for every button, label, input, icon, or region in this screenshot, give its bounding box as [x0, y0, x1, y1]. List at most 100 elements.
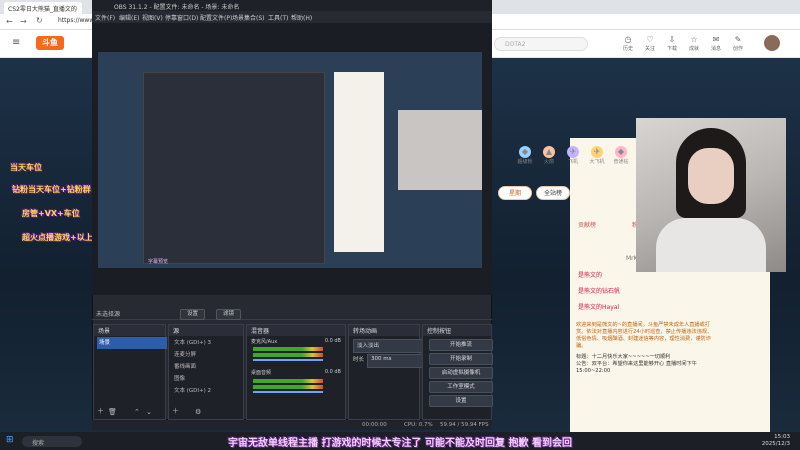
volume-slider[interactable]	[253, 359, 323, 361]
transitions-panel: 转场动画 淡入淡出 时长 300 ms	[348, 324, 423, 420]
source-item[interactable]: 文本 (GDI+) 2	[172, 385, 213, 397]
mixer-title: 混音器	[247, 325, 345, 336]
clock-time: 15:03	[774, 434, 790, 440]
subtitle-overlay: 宇宙无敌单线程主播 打游戏的时候太专注了 可能不能及时回复 抱歉 看到会回	[228, 438, 572, 449]
create-icon[interactable]: ✎ 创作	[728, 34, 748, 54]
start-streaming-button[interactable]: 开始推流	[429, 339, 493, 351]
avatar[interactable]	[764, 35, 780, 51]
promo-item: 超火点播游戏+以上	[22, 233, 93, 242]
volume-slider[interactable]	[253, 391, 323, 393]
menu-view[interactable]: 视图(V)	[142, 13, 163, 22]
tab-xingqi[interactable]: 星期	[498, 186, 532, 200]
gift-item[interactable]: ◆ 普通钻	[612, 146, 630, 168]
channel-name: 麦克风/Aux	[251, 339, 278, 345]
menu-scene-collection[interactable]: 场景集合(S)	[232, 13, 265, 22]
forward-icon[interactable]: →	[20, 17, 27, 26]
site-search-input[interactable]: DOTA2	[494, 37, 588, 51]
source-settings-button[interactable]: 设置	[180, 309, 206, 320]
clock: 15:03 2025/12/3	[740, 434, 790, 448]
url-text[interactable]: https://www.dou	[58, 17, 107, 27]
start-recording-button[interactable]: 开始录制	[429, 353, 493, 365]
tab-quanzhanbang[interactable]: 全站榜	[536, 186, 570, 200]
selected-source-label: 未选择源	[96, 311, 121, 318]
webcam-overlay	[636, 118, 786, 272]
notice-body: 欢迎来到是熊文的~的直播间。斗鱼严禁未成年人直播或打赏。依法对直播内容进行24小…	[576, 322, 713, 349]
site-logo[interactable]: 斗鱼	[36, 36, 64, 50]
fps: 59.94 / 59.94 FPS	[440, 422, 489, 428]
source-filters-button[interactable]: 滤镜	[216, 309, 242, 320]
move-down-icon[interactable]: ⌄	[146, 408, 152, 416]
sources-title: 源	[169, 325, 243, 336]
gift-item[interactable]: ◆ 超级粉	[516, 146, 534, 168]
move-up-icon[interactable]: ⌃	[134, 408, 140, 416]
channel-name: 桌面音频	[251, 370, 272, 376]
obs-status-bar: 00:00:00 CPU: 0.7% 59.94 / 59.94 FPS	[92, 420, 492, 430]
clock-date: 2025/12/3	[761, 441, 790, 447]
menu-profile[interactable]: 配置文件(P)	[200, 13, 232, 22]
back-icon[interactable]: ←	[6, 17, 13, 26]
create-label: 创作	[732, 46, 743, 52]
history-label: 历史	[622, 46, 633, 52]
obs-menubar: 文件(F) 编辑(E) 视图(V) 停靠窗口(D) 配置文件(P) 场景集合(S…	[92, 11, 492, 23]
promo-item: 钻粉当天车位+钻粉群	[12, 185, 91, 194]
tab-contribution[interactable]: 贡献榜	[578, 220, 596, 229]
menu-help[interactable]: 帮助(H)	[291, 13, 312, 22]
scenes-title: 场景	[94, 325, 165, 336]
message-icon[interactable]: ✉ 消息	[706, 34, 726, 54]
follow-icon[interactable]: ♡ 关注	[640, 34, 660, 54]
audio-mixer-panel: 混音器 麦克风/Aux 0.0 dB 桌面音频 0.0 dB	[246, 324, 346, 420]
gift-label: 大飞机	[589, 159, 605, 165]
menu-tools[interactable]: 工具(T)	[268, 13, 288, 22]
achievement-icon[interactable]: ☆ 成就	[684, 34, 704, 54]
studio-mode-button[interactable]: 工作室模式	[429, 381, 493, 393]
gift-item[interactable]: ✈ 飞机	[564, 146, 582, 168]
controls-title: 控制按钮	[423, 325, 491, 336]
notice-title: 标题：十二月快乐大家~~~~~一切顺利	[576, 354, 671, 360]
channel-db: 0.0 dB	[324, 369, 341, 375]
gift-item[interactable]: ▲ 火箭	[540, 146, 558, 168]
promo-item: 当天车位	[10, 163, 42, 172]
add-scene-icon[interactable]: ＋	[97, 406, 104, 416]
transitions-title: 转场动画	[349, 325, 419, 336]
gift-label: 普通钻	[613, 159, 629, 165]
scenes-panel: 场景 场景 ＋ 🗑 ⌃ ⌄	[93, 324, 167, 420]
chat-user-row: 是熊文的Hayal	[578, 304, 620, 311]
remove-scene-icon[interactable]: 🗑	[108, 408, 117, 416]
stream-time: 00:00:00	[362, 422, 387, 428]
volume-meter	[253, 385, 323, 389]
volume-meter	[253, 379, 323, 383]
duration-label: 时长	[353, 357, 365, 363]
source-settings-icon[interactable]: ⚙	[195, 408, 201, 416]
virtual-camera-button[interactable]: 启动虚拟摄像机	[429, 367, 493, 379]
menu-dock[interactable]: 停靠窗口(D)	[165, 13, 198, 22]
add-source-icon[interactable]: ＋	[172, 406, 179, 416]
menu-file[interactable]: 文件(F)	[95, 13, 115, 22]
volume-meter	[253, 353, 323, 357]
achievement-label: 成就	[688, 46, 699, 52]
obs-source-toolbar: 未选择源 设置 滤镜	[92, 308, 492, 320]
gift-item[interactable]: ✈ 大飞机	[588, 146, 606, 168]
windows-start-icon[interactable]: ⊞	[6, 435, 14, 445]
history-icon[interactable]: ◷ 历史	[618, 34, 638, 54]
reload-icon[interactable]: ↻	[36, 16, 43, 25]
menu-edit[interactable]: 编辑(E)	[119, 13, 139, 22]
chat-notice: 欢迎来到是熊文的~的直播间。斗鱼严禁未成年人直播或打赏。依法对直播内容进行24小…	[576, 322, 716, 422]
scene-item[interactable]: 场景	[97, 337, 167, 349]
source-item[interactable]: 文本 (GDI+) 3	[172, 337, 213, 349]
duration-input[interactable]: 300 ms	[367, 354, 423, 368]
menu-icon[interactable]: ≡	[12, 37, 20, 48]
message-label: 消息	[710, 46, 721, 52]
source-item[interactable]: 图像	[172, 373, 187, 385]
cpu-usage: CPU: 0.7%	[404, 422, 433, 428]
transition-select[interactable]: 淡入淡出	[353, 339, 423, 353]
gift-label: 火箭	[543, 159, 554, 165]
gift-label: 飞机	[567, 159, 578, 165]
source-item[interactable]: 连麦分屏	[172, 349, 198, 361]
settings-button[interactable]: 设置	[429, 395, 493, 407]
download-label: 下载	[666, 46, 677, 52]
browser-tab[interactable]: CS2零日大熊猫_直播文的	[4, 2, 82, 14]
taskbar-search[interactable]: 搜索	[22, 436, 82, 447]
source-item[interactable]: 番线画面	[172, 361, 198, 373]
download-icon[interactable]: ⇩ 下载	[662, 34, 682, 54]
obs-title: OBS 31.1.2 - 配置文件: 未命名 - 场景: 未命名	[92, 0, 492, 11]
